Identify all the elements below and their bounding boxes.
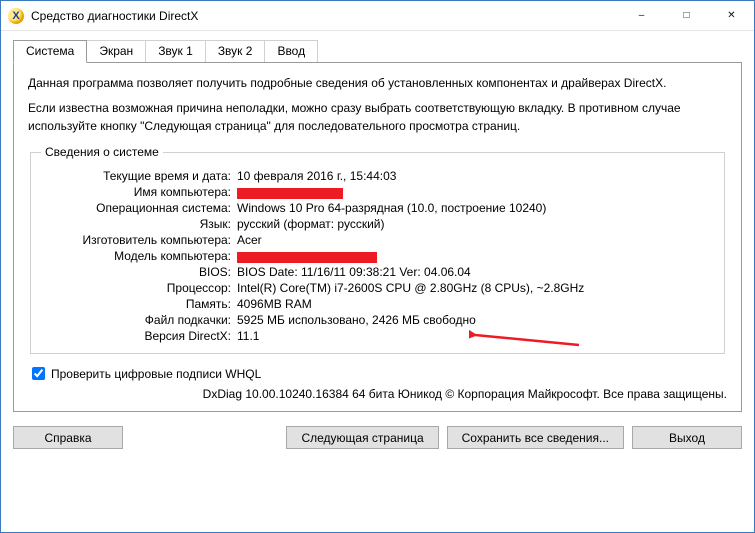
window-title: Средство диагностики DirectX (31, 9, 619, 23)
maximize-button[interactable]: □ (664, 1, 709, 30)
next-page-button[interactable]: Следующая страница (286, 426, 438, 449)
titlebar: X Средство диагностики DirectX – □ ✕ (1, 1, 754, 31)
tab-display[interactable]: Экран (86, 40, 146, 63)
tab-sound1[interactable]: Звук 1 (145, 40, 206, 63)
button-bar: Справка Следующая страница Сохранить все… (1, 418, 754, 461)
exit-button[interactable]: Выход (632, 426, 742, 449)
value-computer (237, 185, 714, 199)
tab-input[interactable]: Ввод (264, 40, 318, 63)
value-datetime: 10 февраля 2016 г., 15:44:03 (237, 169, 714, 183)
label-mem: Память: (41, 297, 237, 311)
label-os: Операционная система: (41, 201, 237, 215)
annotation-arrow-icon (469, 327, 589, 351)
label-mfr: Изготовитель компьютера: (41, 233, 237, 247)
label-bios: BIOS: (41, 265, 237, 279)
app-icon: X (8, 8, 24, 24)
value-dx: 11.1 (237, 329, 714, 343)
value-dx-text: 11.1 (237, 329, 259, 343)
label-page: Файл подкачки: (41, 313, 237, 327)
tab-system[interactable]: Система (13, 40, 87, 63)
label-lang: Язык: (41, 217, 237, 231)
value-mfr: Acer (237, 233, 714, 247)
value-cpu: Intel(R) Core(TM) i7-2600S CPU @ 2.80GHz… (237, 281, 714, 295)
footer-note: DxDiag 10.00.10240.16384 64 бита Юникод … (28, 387, 727, 401)
value-lang: русский (формат: русский) (237, 217, 714, 231)
value-os: Windows 10 Pro 64-разрядная (10.0, постр… (237, 201, 714, 215)
label-model: Модель компьютера: (41, 249, 237, 263)
tab-strip: Система Экран Звук 1 Звук 2 Ввод (1, 31, 754, 62)
save-all-button[interactable]: Сохранить все сведения... (447, 426, 624, 449)
value-mem: 4096MB RAM (237, 297, 714, 311)
window-controls: – □ ✕ (619, 1, 754, 30)
value-bios: BIOS Date: 11/16/11 09:38:21 Ver: 04.06.… (237, 265, 714, 279)
label-computer: Имя компьютера: (41, 185, 237, 199)
description-2: Если известна возможная причина неполадк… (28, 100, 727, 135)
minimize-button[interactable]: – (619, 1, 664, 30)
value-page: 5925 МБ использовано, 2426 МБ свободно (237, 313, 714, 327)
tab-panel-system: Данная программа позволяет получить подр… (13, 62, 742, 412)
label-datetime: Текущие время и дата: (41, 169, 237, 183)
system-info-group: Сведения о системе Текущие время и дата:… (30, 145, 725, 354)
close-button[interactable]: ✕ (709, 1, 754, 30)
whql-checkbox-label: Проверить цифровые подписи WHQL (51, 367, 261, 381)
tab-sound2[interactable]: Звук 2 (205, 40, 266, 63)
system-info-legend: Сведения о системе (41, 145, 163, 159)
label-cpu: Процессор: (41, 281, 237, 295)
description-1: Данная программа позволяет получить подр… (28, 75, 727, 92)
whql-checkbox[interactable] (32, 367, 45, 380)
value-model (237, 249, 714, 263)
help-button[interactable]: Справка (13, 426, 123, 449)
label-dx: Версия DirectX: (41, 329, 237, 343)
